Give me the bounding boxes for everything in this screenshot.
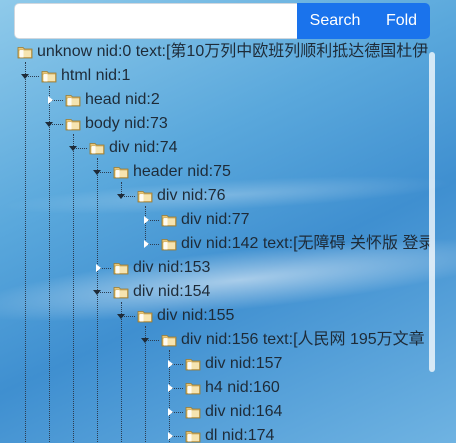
- tree-node[interactable]: div nid:157: [0, 352, 430, 376]
- tree-node[interactable]: div nid:164: [0, 400, 430, 424]
- folder-icon: [185, 380, 201, 396]
- tree-node-label: h4 nid:160: [205, 379, 280, 396]
- tree-scrollbar[interactable]: [429, 40, 437, 443]
- tree-node[interactable]: div nid:156 text:[人民网 195万文章: [0, 328, 430, 352]
- folder-icon: [185, 428, 201, 443]
- tree-node[interactable]: div nid:76: [0, 184, 430, 208]
- tree-node-label: div nid:155: [157, 307, 235, 324]
- tree-node-label: div nid:74: [109, 139, 178, 156]
- folder-icon: [161, 236, 177, 252]
- folder-icon: [41, 68, 57, 84]
- folder-icon: [89, 140, 105, 156]
- tree-node[interactable]: head nid:2: [0, 88, 430, 112]
- dom-tree: unknow nid:0 text:[第10万列中欧班列顺利抵达德国杜伊 html…: [0, 40, 430, 443]
- tree-node[interactable]: dl nid:174: [0, 424, 430, 443]
- tree-node-label: div nid:154: [133, 283, 211, 300]
- tree-node[interactable]: div nid:153: [0, 256, 430, 280]
- tree-node-label: div nid:157: [205, 355, 283, 372]
- folder-icon: [185, 356, 201, 372]
- tree-node[interactable]: html nid:1: [0, 64, 430, 88]
- tree-node[interactable]: div nid:154: [0, 280, 430, 304]
- folder-icon: [113, 260, 129, 276]
- tree-node-label: html nid:1: [61, 67, 131, 84]
- tree-node[interactable]: body nid:73: [0, 112, 430, 136]
- search-input[interactable]: [14, 3, 297, 39]
- tree-node-label: div nid:156 text:[人民网 195万文章: [181, 331, 425, 348]
- folder-icon: [137, 308, 153, 324]
- tree-node[interactable]: div nid:74: [0, 136, 430, 160]
- tree-node-label: div nid:153: [133, 259, 211, 276]
- folder-icon: [17, 44, 33, 60]
- folder-icon: [113, 164, 129, 180]
- tree-node-label: unknow nid:0 text:[第10万列中欧班列顺利抵达德国杜伊: [37, 43, 429, 60]
- folder-icon: [65, 92, 81, 108]
- search-button[interactable]: Search: [297, 3, 373, 39]
- tree-node-label: head nid:2: [85, 91, 160, 108]
- fold-button[interactable]: Fold: [373, 3, 430, 39]
- folder-icon: [161, 212, 177, 228]
- tree-node-label: div nid:76: [157, 187, 226, 204]
- tree-node-label: body nid:73: [85, 115, 168, 132]
- folder-icon: [137, 188, 153, 204]
- tree-node[interactable]: div nid:77: [0, 208, 430, 232]
- folder-icon: [113, 284, 129, 300]
- folder-icon: [65, 116, 81, 132]
- tree-node-label: div nid:77: [181, 211, 250, 228]
- tree-node-label: dl nid:174: [205, 427, 275, 443]
- folder-icon: [161, 332, 177, 348]
- tree-node[interactable]: header nid:75: [0, 160, 430, 184]
- tree-node-label: div nid:142 text:[无障碍 关怀版 登录: [181, 235, 430, 252]
- tree-node-label: header nid:75: [133, 163, 231, 180]
- tree-node[interactable]: div nid:142 text:[无障碍 关怀版 登录: [0, 232, 430, 256]
- scrollbar-thumb[interactable]: [429, 52, 435, 372]
- tree-node[interactable]: unknow nid:0 text:[第10万列中欧班列顺利抵达德国杜伊: [0, 40, 430, 64]
- folder-icon: [185, 404, 201, 420]
- toolbar: Search Fold: [14, 3, 430, 39]
- tree-node-label: div nid:164: [205, 403, 283, 420]
- tree-node[interactable]: h4 nid:160: [0, 376, 430, 400]
- tree-node[interactable]: div nid:155: [0, 304, 430, 328]
